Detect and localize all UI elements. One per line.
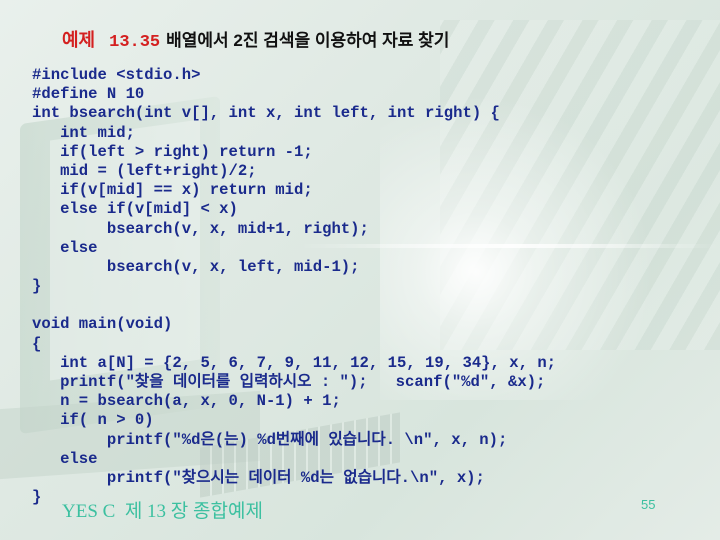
code-line: else: [32, 238, 98, 257]
code-line: int mid;: [32, 123, 135, 142]
code-line: #define N 10: [32, 85, 145, 104]
code-line: if(left > right) return -1;: [32, 142, 313, 161]
code-line: printf("%d은(는) %d번째에 있습니다. \n", x, n);: [32, 430, 508, 449]
code-line: bsearch(v, x, left, mid-1);: [32, 257, 360, 276]
example-label: 예제: [62, 30, 96, 50]
code-line: bsearch(v, x, mid+1, right);: [32, 219, 369, 238]
code-line: #include <stdio.h>: [32, 66, 201, 84]
code-line: int a[N] = {2, 5, 6, 7, 9, 11, 12, 15, 1…: [32, 353, 557, 372]
code-line: else if(v[mid] < x): [32, 200, 238, 219]
code-line: {: [32, 334, 42, 353]
code-line: printf("찾으시는 데이터 %d는 없습니다.\n", x);: [32, 468, 485, 487]
code-line: mid = (left+right)/2;: [32, 161, 257, 180]
code-line: void main(void): [32, 315, 173, 334]
code-line: if( n > 0): [32, 411, 154, 430]
code-line: else: [32, 449, 98, 468]
code-line: if(v[mid] == x) return mid;: [32, 181, 313, 200]
code-block: #include <stdio.h> #define N 10 int bsearc…: [32, 66, 556, 507]
code-line: printf("찾을 데이터를 입력하시오 : "); scanf("%d", …: [32, 373, 546, 391]
slide-title: 예제 13.35 배열에서 2진 검색을 이용하여 자료 찾기: [62, 26, 449, 52]
code-line: int bsearch(int v[], int x, int left, in…: [32, 104, 500, 123]
example-number: 13.35: [109, 33, 161, 52]
footer-chapter-label: YES C 제 13 장 종합예제: [62, 501, 263, 522]
title-text: 배열에서 2진 검색을 이용하여 자료 찾기: [166, 31, 450, 50]
code-line: }: [32, 277, 42, 296]
code-line: n = bsearch(a, x, 0, N-1) + 1;: [32, 392, 341, 411]
page-number: 55: [641, 497, 656, 512]
